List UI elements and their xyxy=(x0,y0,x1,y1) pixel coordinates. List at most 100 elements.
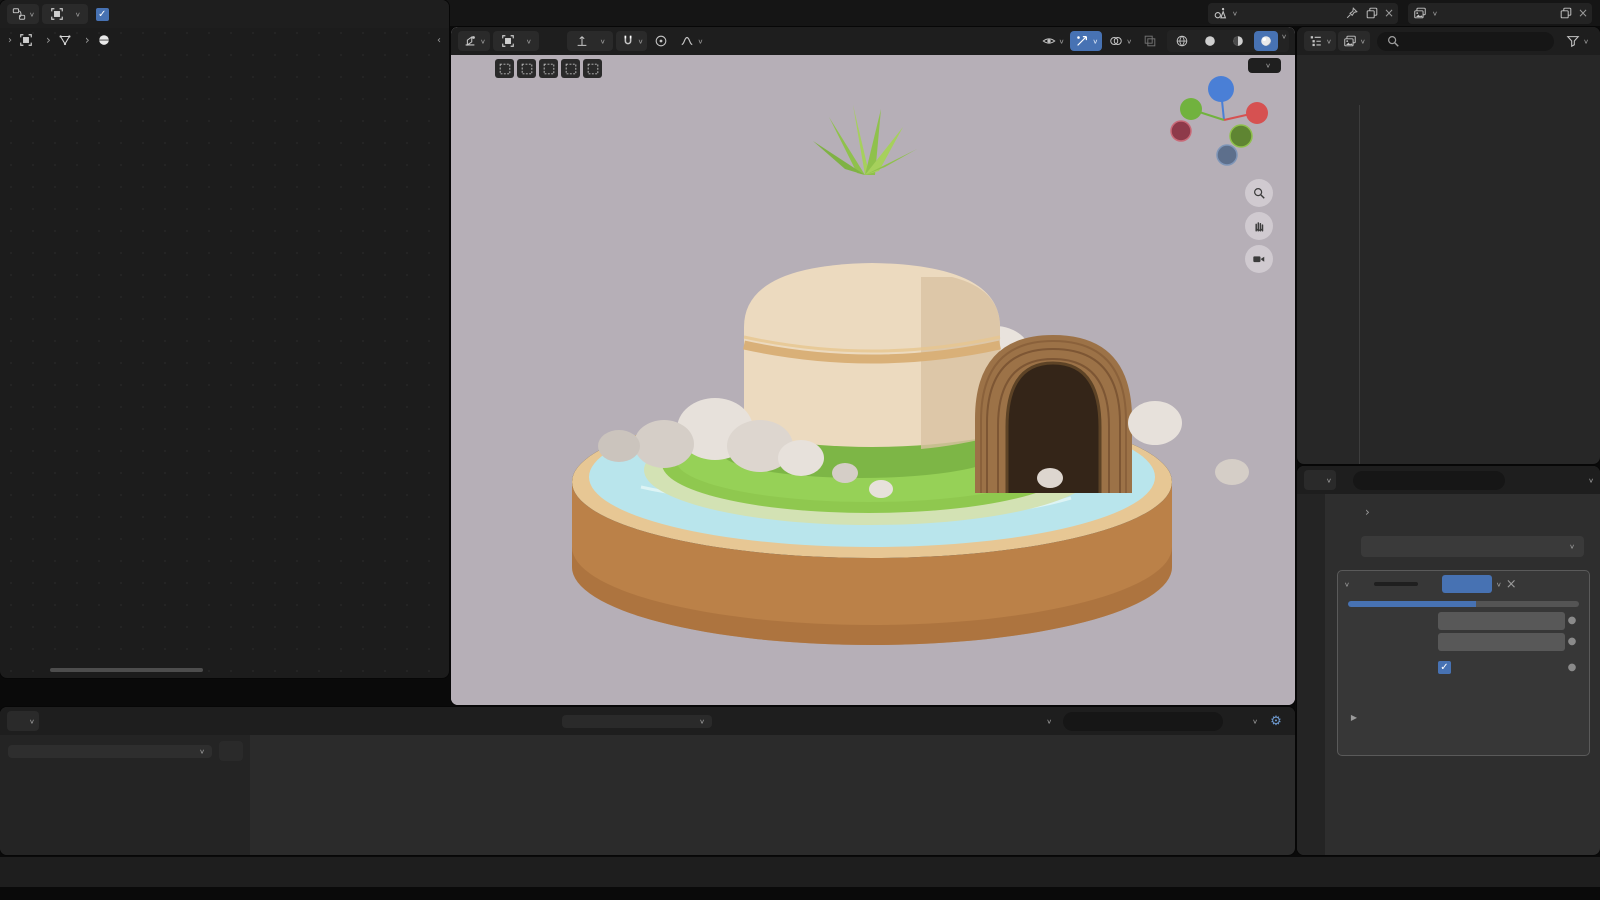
mode-dropdown[interactable]: ∨ xyxy=(493,31,539,51)
delete-modifier-icon[interactable]: × xyxy=(1506,577,1517,592)
refresh-library-button[interactable] xyxy=(219,741,243,761)
gizmo-toggle[interactable]: ∨ xyxy=(1070,31,1102,51)
panel-collapse-icon[interactable]: ∨ xyxy=(1344,580,1350,587)
overlays-dropdown[interactable]: ∨ xyxy=(1104,31,1136,51)
shader-type-dropdown[interactable]: ∨ xyxy=(42,4,88,24)
subdivision-icon xyxy=(1376,504,1392,520)
editor-type-button[interactable]: ∨ xyxy=(7,711,39,731)
xray-toggle[interactable] xyxy=(1138,31,1162,51)
optimal-display-checkbox[interactable]: ✓ xyxy=(1438,661,1451,674)
shading-material-button[interactable] xyxy=(1226,31,1250,51)
outliner-search[interactable] xyxy=(1377,32,1554,51)
sidebar-collapse-icon[interactable]: ‹ xyxy=(437,35,441,46)
simple-button[interactable] xyxy=(1476,601,1579,607)
add-modifier-dropdown[interactable]: ∨ xyxy=(1361,536,1584,557)
axis-neg-z-ball[interactable] xyxy=(1217,145,1237,165)
object-icon xyxy=(18,32,34,48)
render-levels-field[interactable] xyxy=(1438,633,1565,651)
pan-button[interactable] xyxy=(1245,212,1273,240)
shading-rendered-button[interactable] xyxy=(1254,31,1278,51)
display-size-dropdown[interactable]: ∨ xyxy=(1024,711,1056,731)
funnel-icon xyxy=(1234,713,1250,729)
chevron-down-icon: ∨ xyxy=(1432,9,1438,16)
modifier-name-field[interactable] xyxy=(1374,582,1418,586)
realtime-toggle-icon[interactable] xyxy=(1459,576,1475,592)
editor-type-button[interactable]: ∨ xyxy=(1304,31,1336,51)
chevron-down-icon[interactable]: ∨ xyxy=(1588,476,1594,483)
orientation-dropdown[interactable]: ∨ xyxy=(567,31,613,51)
node-editor-hscrollbar[interactable] xyxy=(50,668,203,672)
pin-icon[interactable] xyxy=(1574,504,1590,520)
edit-mode-toggle-icon[interactable] xyxy=(1443,576,1459,592)
catmull-clark-button[interactable] xyxy=(1348,601,1476,607)
viewport-3d[interactable]: ∨ ∨ ∨ ∨ ∨ ∨ ∨ ∨ ∨ xyxy=(451,27,1295,705)
navigation-gizmo[interactable] xyxy=(1169,65,1279,175)
animate-dot[interactable]: ● xyxy=(1565,636,1579,647)
select-mode-new-button[interactable] xyxy=(495,59,514,78)
select-mode-extend-button[interactable] xyxy=(517,59,536,78)
rendered-icon xyxy=(1258,33,1274,49)
editor-type-button[interactable]: ∨ xyxy=(7,4,39,24)
asset-library-sidebar: ∨ xyxy=(0,735,250,855)
select-mode-subtract-button[interactable] xyxy=(539,59,558,78)
properties-search[interactable] xyxy=(1353,471,1505,490)
magnifier-icon xyxy=(1251,185,1267,201)
display-mode-dropdown[interactable]: ∨ xyxy=(1338,31,1370,51)
shader-breadcrumb: › › › ‹ xyxy=(0,28,449,52)
new-scene-icon[interactable] xyxy=(1364,5,1380,21)
falloff-curve-icon xyxy=(679,33,695,49)
select-mode-invert-button[interactable] xyxy=(561,59,580,78)
editor-type-button[interactable]: ∨ xyxy=(1304,470,1336,490)
select-mode-intersect-button[interactable] xyxy=(583,59,602,78)
scene-selector[interactable]: ∨ × xyxy=(1208,3,1398,24)
import-method-dropdown[interactable]: ∨ xyxy=(562,715,712,728)
modifier-extras-icon[interactable]: ∨ xyxy=(1496,580,1502,587)
search-icon xyxy=(1361,472,1377,488)
outliner-editor-icon xyxy=(1308,33,1324,49)
library-dropdown[interactable]: ∨ xyxy=(8,745,212,758)
snap-dropdown[interactable]: ∨ xyxy=(616,31,648,51)
axis-x-ball[interactable] xyxy=(1246,102,1268,124)
shading-solid-button[interactable] xyxy=(1198,31,1222,51)
checkbox-checked-icon: ✓ xyxy=(96,8,109,21)
pin-icon[interactable] xyxy=(1344,5,1360,21)
filter-dropdown[interactable]: ∨ xyxy=(1561,31,1593,51)
use-nodes-toggle[interactable]: ✓ xyxy=(96,8,119,21)
chevron-down-icon[interactable]: ∨ xyxy=(1281,33,1287,49)
outliner-tree xyxy=(1297,55,1600,64)
shading-wireframe-button[interactable] xyxy=(1170,31,1194,51)
disclosure-triangle[interactable]: ▶ xyxy=(1348,713,1360,722)
axis-neg-x-ball[interactable] xyxy=(1171,121,1191,141)
camera-view-button[interactable] xyxy=(1245,245,1273,273)
asset-search[interactable] xyxy=(1063,712,1223,731)
visibility-dropdown[interactable]: ∨ xyxy=(1037,31,1069,51)
object-icon xyxy=(1337,504,1353,520)
axis-y-ball[interactable] xyxy=(1180,98,1202,120)
axis-neg-y-ball[interactable] xyxy=(1230,125,1252,147)
gizmo-icon xyxy=(1074,33,1090,49)
object-mode-icon xyxy=(500,33,516,49)
axis-z-ball[interactable] xyxy=(1208,76,1234,102)
new-viewlayer-icon[interactable] xyxy=(1558,5,1574,21)
asset-settings-button[interactable]: ⚙ xyxy=(1264,711,1288,731)
node-graph-canvas[interactable] xyxy=(0,0,449,678)
levels-viewport-field[interactable] xyxy=(1438,612,1565,630)
apply-on-cage-icon[interactable] xyxy=(1422,576,1438,592)
render-toggle-icon[interactable] xyxy=(1475,576,1491,592)
material-icon xyxy=(96,32,112,48)
close-icon[interactable]: × xyxy=(1384,6,1394,20)
falloff-dropdown[interactable]: ∨ xyxy=(675,31,707,51)
modifier-panel-header: ∨ ∨ × xyxy=(1338,571,1589,597)
mesh-data-icon xyxy=(57,32,73,48)
zoom-button[interactable] xyxy=(1245,179,1273,207)
editor-type-button[interactable]: ∨ xyxy=(458,31,490,51)
drag-handle-icon[interactable] xyxy=(1527,576,1543,592)
breadcrumb-expand-icon[interactable]: › xyxy=(8,35,12,46)
animate-dot[interactable]: ● xyxy=(1565,662,1579,673)
asset-browser: ∨ ∨ ∨ ∨ ⚙ ∨ xyxy=(0,707,1295,855)
remove-viewlayer-icon[interactable]: × xyxy=(1578,6,1588,20)
viewlayer-selector[interactable]: ∨ × xyxy=(1408,3,1592,24)
animate-dot[interactable]: ● xyxy=(1565,615,1579,626)
proportional-edit-button[interactable] xyxy=(649,31,673,51)
filter-dropdown[interactable]: ∨ xyxy=(1230,711,1262,731)
